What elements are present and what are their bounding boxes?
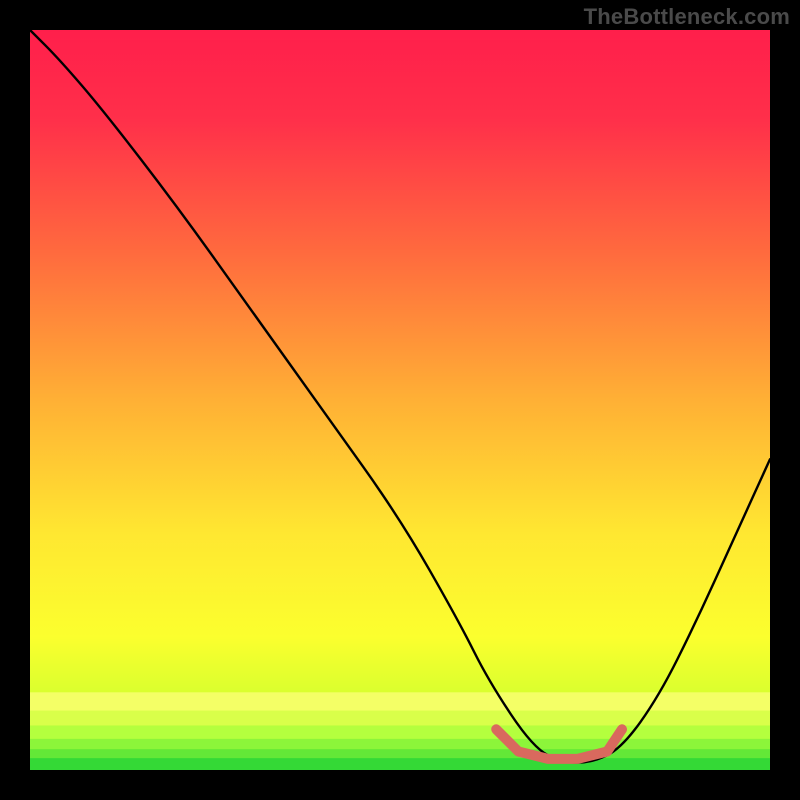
bottleneck-curve [30,30,770,763]
watermark-text: TheBottleneck.com [584,4,790,30]
chart-frame: TheBottleneck.com [0,0,800,800]
optimal-range-curve [496,729,622,759]
curve-layer [30,30,770,770]
plot-area [30,30,770,770]
